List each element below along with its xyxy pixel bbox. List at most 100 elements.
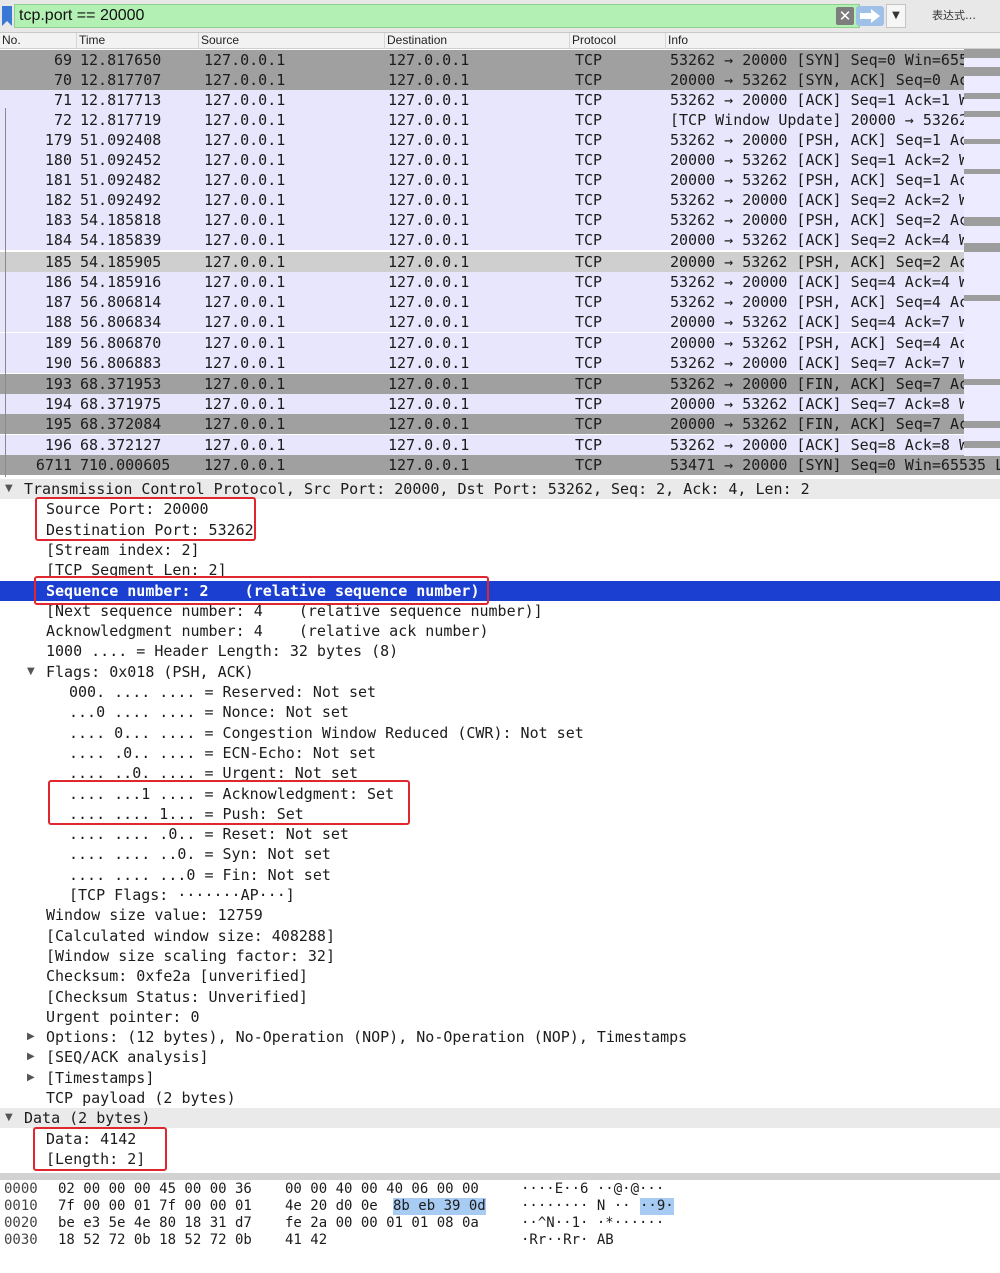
protocol-tree-item[interactable]: [Checksum Status: Unverified] (0, 987, 1000, 1007)
packet-row[interactable]: 187 56.806814 127.0.0.1 127.0.0.1 TCP 53262 →… (0, 292, 1000, 312)
protocol-tree-header[interactable]: ▼ Data (2 bytes) (0, 1108, 1000, 1129)
column-header-source[interactable]: Source (198, 33, 384, 49)
hex-row: 0020 be e3 5e 4e 80 18 31 d7 fe 2a 00 00 0… (0, 1215, 1000, 1232)
packet-row[interactable]: 180 51.092452 127.0.0.1 127.0.0.1 TCP 20000 →… (0, 150, 1000, 170)
packet-info: [TCP Window Update] 20000 → 53262 (670, 111, 969, 129)
packet-row[interactable]: 70 12.817707 127.0.0.1 127.0.0.1 TCP 20000 → … (0, 70, 1000, 90)
expand-down-icon[interactable]: ▼ (5, 479, 13, 499)
packet-row[interactable]: 71 12.817713 127.0.0.1 127.0.0.1 TCP 53262 → … (0, 90, 1000, 110)
protocol-tree-item[interactable]: .... .... ...0 = Fin: Not set (0, 865, 1000, 885)
packet-row[interactable]: 185 54.185905 127.0.0.1 127.0.0.1 TCP 20000 →… (0, 252, 1000, 272)
minimap-mark (964, 243, 1000, 252)
protocol-tree-item[interactable]: ...0 .... .... = Nonce: Not set (0, 702, 1000, 722)
packet-destination: 127.0.0.1 (388, 334, 470, 352)
expand-right-icon[interactable]: ▶ (27, 1068, 35, 1088)
protocol-tree-item[interactable]: ▶ Options: (12 bytes), No-Operation (NOP)… (0, 1027, 1000, 1047)
expand-right-icon[interactable]: ▶ (27, 1027, 35, 1047)
packet-source: 127.0.0.1 (204, 436, 286, 454)
bookmark-icon[interactable] (2, 6, 12, 26)
packet-row[interactable]: 6711 710.000605 127.0.0.1 127.0.0.1 TCP 53471… (0, 455, 1000, 475)
packet-time: 54.185818 (80, 211, 162, 229)
hex-bytes-second: fe 2a 00 00 01 01 08 0a (285, 1215, 479, 1231)
protocol-tree-item[interactable]: Window size value: 12759 (0, 905, 1000, 925)
packet-protocol: TCP (575, 313, 603, 331)
apply-filter-button[interactable] (856, 6, 884, 26)
protocol-tree-item[interactable]: Urgent pointer: 0 (0, 1007, 1000, 1027)
packet-list[interactable]: 69 12.817650 127.0.0.1 127.0.0.1 TCP 53262 → … (0, 49, 1000, 477)
packet-row[interactable]: 181 51.092482 127.0.0.1 127.0.0.1 TCP 20000 →… (0, 170, 1000, 190)
tree-item-text: [SEQ/ACK analysis] (46, 1048, 209, 1067)
packet-row[interactable]: 184 54.185839 127.0.0.1 127.0.0.1 TCP 20000 →… (0, 230, 1000, 250)
protocol-tree-item[interactable]: 000. .... .... = Reserved: Not set (0, 682, 1000, 702)
packet-row[interactable]: 186 54.185916 127.0.0.1 127.0.0.1 TCP 53262 →… (0, 272, 1000, 292)
column-header-protocol[interactable]: Protocol (569, 33, 665, 49)
packet-row[interactable]: 196 68.372127 127.0.0.1 127.0.0.1 TCP 53262 →… (0, 435, 1000, 455)
protocol-tree-item[interactable]: ▶ [SEQ/ACK analysis] (0, 1047, 1000, 1067)
packet-info: 20000 → 53262 [PSH, ACK] Seq=1 Ack (670, 171, 978, 189)
packet-protocol: TCP (575, 51, 603, 69)
packet-bytes-pane[interactable]: 0000 02 00 00 00 45 00 00 36 00 00 40 00 4… (0, 1173, 1000, 1273)
column-header-no[interactable]: No. (0, 33, 76, 49)
protocol-tree-item[interactable]: ▼ Flags: 0x018 (PSH, ACK) (0, 662, 1000, 682)
protocol-tree-item[interactable]: Acknowledgment number: 4 (relative ack n… (0, 621, 1000, 641)
protocol-tree-item[interactable]: 1000 .... = Header Length: 32 bytes (8) (0, 641, 1000, 661)
tree-item-text: Flags: 0x018 (PSH, ACK) (46, 662, 254, 681)
column-header-destination[interactable]: Destination (384, 33, 569, 49)
protocol-tree-item[interactable]: .... 0... .... = Congestion Window Reduc… (0, 723, 1000, 743)
tree-item-text: [Timestamps] (46, 1068, 155, 1087)
expression-button[interactable]: 表达式… (912, 4, 996, 28)
protocol-tree-item[interactable]: [Calculated window size: 408288] (0, 926, 1000, 946)
tree-item-text: .... 0... .... = Congestion Window Reduc… (69, 723, 584, 742)
packet-row[interactable]: 195 68.372084 127.0.0.1 127.0.0.1 TCP 20000 →… (0, 414, 1000, 434)
packet-destination: 127.0.0.1 (388, 395, 470, 413)
packet-row[interactable]: 183 54.185818 127.0.0.1 127.0.0.1 TCP 53262 →… (0, 210, 1000, 230)
protocol-tree-item[interactable]: TCP payload (2 bytes) (0, 1088, 1000, 1108)
packet-row[interactable]: 182 51.092492 127.0.0.1 127.0.0.1 TCP 53262 →… (0, 190, 1000, 210)
packet-row[interactable]: 189 56.806870 127.0.0.1 127.0.0.1 TCP 20000 →… (0, 333, 1000, 353)
protocol-tree-header[interactable]: ▼ Transmission Control Protocol, Src Port… (0, 479, 1000, 499)
packet-source: 127.0.0.1 (204, 293, 286, 311)
packet-row[interactable]: 72 12.817719 127.0.0.1 127.0.0.1 TCP [TCP Win… (0, 110, 1000, 130)
packet-destination: 127.0.0.1 (388, 211, 470, 229)
packet-destination: 127.0.0.1 (388, 354, 470, 372)
packet-source: 127.0.0.1 (204, 151, 286, 169)
protocol-tree-item[interactable]: Checksum: 0xfe2a [unverified] (0, 966, 1000, 986)
display-filter-input[interactable]: tcp.port == 20000 (14, 4, 860, 28)
packet-source: 127.0.0.1 (204, 456, 286, 474)
column-header-time[interactable]: Time (76, 33, 198, 49)
packet-time: 12.817707 (80, 71, 162, 89)
expand-right-icon[interactable]: ▶ (27, 1047, 35, 1067)
protocol-tree-item[interactable]: ▶ [Timestamps] (0, 1068, 1000, 1088)
tree-item-text: Options: (12 bytes), No-Operation (NOP),… (46, 1028, 688, 1047)
minimap-mark (964, 49, 1000, 58)
protocol-tree-item[interactable]: [TCP Flags: ·······AP···] (0, 885, 1000, 905)
protocol-tree-item[interactable]: .... .... ..0. = Syn: Not set (0, 844, 1000, 864)
expand-down-icon[interactable]: ▼ (27, 662, 35, 682)
tree-item-text: Urgent pointer: 0 (46, 1007, 200, 1026)
protocol-tree-item[interactable]: [Stream index: 2] (0, 540, 1000, 560)
packet-row[interactable]: 69 12.817650 127.0.0.1 127.0.0.1 TCP 53262 → … (0, 50, 1000, 70)
expand-down-icon[interactable]: ▼ (5, 1108, 13, 1128)
annotation-box-flags (48, 780, 410, 825)
protocol-tree-item[interactable]: [Window size scaling factor: 32] (0, 946, 1000, 966)
packet-row[interactable]: 193 68.371953 127.0.0.1 127.0.0.1 TCP 53262 →… (0, 374, 1000, 394)
protocol-tree-item[interactable]: .... .... .0.. = Reset: Not set (0, 824, 1000, 844)
packet-info: 53262 → 20000 [PSH, ACK] Seq=2 Ack (670, 211, 978, 229)
packet-destination: 127.0.0.1 (388, 51, 470, 69)
hex-bytes-first: 02 00 00 00 45 00 00 36 (58, 1181, 252, 1197)
column-header-info[interactable]: Info (665, 33, 1000, 49)
packet-row[interactable]: 179 51.092408 127.0.0.1 127.0.0.1 TCP 53262 →… (0, 130, 1000, 150)
packet-destination: 127.0.0.1 (388, 293, 470, 311)
packet-row[interactable]: 188 56.806834 127.0.0.1 127.0.0.1 TCP 20000 →… (0, 312, 1000, 332)
filter-history-dropdown[interactable]: ▼ (886, 4, 906, 28)
hex-offset: 0030 (4, 1232, 38, 1248)
packet-protocol: TCP (575, 334, 603, 352)
packet-details-tree[interactable]: ▼ Transmission Control Protocol, Src Port… (0, 477, 1000, 1173)
packet-minimap-scrollbar[interactable] (964, 49, 1000, 456)
protocol-tree-item[interactable]: .... .0.. .... = ECN-Echo: Not set (0, 743, 1000, 763)
packet-time: 54.185905 (80, 253, 162, 271)
packet-row[interactable]: 190 56.806883 127.0.0.1 127.0.0.1 TCP 53262 →… (0, 353, 1000, 373)
tree-item-text: 000. .... .... = Reserved: Not set (69, 683, 377, 701)
clear-filter-icon[interactable]: ✕ (836, 7, 854, 25)
packet-row[interactable]: 194 68.371975 127.0.0.1 127.0.0.1 TCP 20000 →… (0, 394, 1000, 414)
